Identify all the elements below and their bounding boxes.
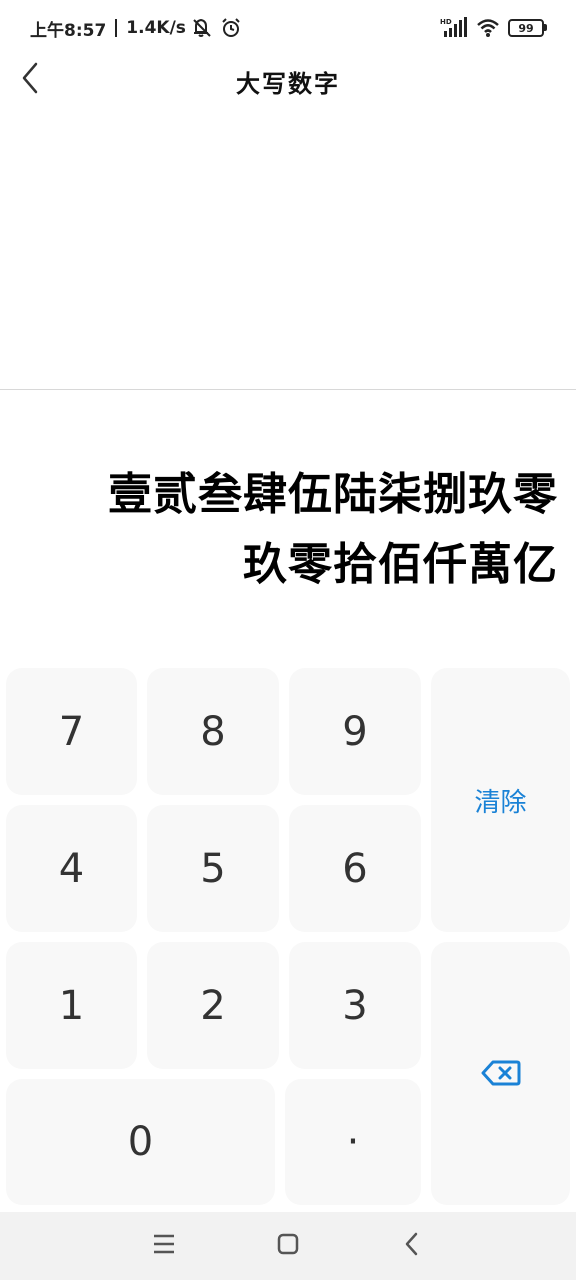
- key-1[interactable]: 1: [6, 942, 137, 1069]
- key-3[interactable]: 3: [289, 942, 421, 1069]
- nav-home-button[interactable]: [268, 1226, 308, 1266]
- input-divider: [0, 389, 576, 390]
- page-title: 大写数字: [236, 70, 340, 98]
- key-2[interactable]: 2: [147, 942, 279, 1069]
- svg-text:HD: HD: [440, 18, 452, 26]
- wifi-icon: [476, 18, 500, 38]
- key-6[interactable]: 6: [289, 805, 421, 932]
- result-display: 壹贰叁肆伍陆柒捌玖零 玖零拾佰仟萬亿: [18, 460, 558, 600]
- result-line-1: 壹贰叁肆伍陆柒捌玖零: [108, 469, 558, 520]
- mute-icon: [192, 18, 214, 38]
- nav-menu-button[interactable]: [144, 1226, 184, 1266]
- home-icon: [276, 1232, 300, 1260]
- back-icon: [402, 1232, 422, 1260]
- backspace-icon: [481, 1051, 521, 1097]
- result-line-2: 玖零拾佰仟萬亿: [243, 539, 558, 590]
- status-right: HD 99: [432, 14, 547, 42]
- key-dot[interactable]: ·: [285, 1079, 421, 1205]
- clear-button[interactable]: 清除: [431, 668, 570, 932]
- key-0[interactable]: 0: [6, 1079, 275, 1205]
- nav-back-button[interactable]: [392, 1226, 432, 1266]
- status-left: 上午8:57 1.4K/s: [30, 14, 242, 42]
- key-9[interactable]: 9: [289, 668, 421, 795]
- key-5[interactable]: 5: [147, 805, 279, 932]
- key-8[interactable]: 8: [147, 668, 279, 795]
- menu-icon: [152, 1233, 176, 1259]
- hd-signal-icon: HD: [440, 17, 468, 39]
- status-separator: [115, 19, 118, 37]
- status-net-speed: 1.4K/s: [126, 18, 186, 38]
- backspace-button[interactable]: [431, 942, 570, 1205]
- battery-icon: 99: [508, 19, 547, 37]
- key-4[interactable]: 4: [6, 805, 137, 932]
- navigation-bar: [0, 1212, 576, 1280]
- status-bar: 上午8:57 1.4K/s HD 99: [0, 0, 576, 56]
- key-7[interactable]: 7: [6, 668, 137, 795]
- status-time: 上午8:57: [30, 20, 107, 41]
- alarm-icon: [220, 17, 242, 39]
- battery-level: 99: [508, 19, 547, 37]
- title-bar: 大写数字: [0, 56, 576, 104]
